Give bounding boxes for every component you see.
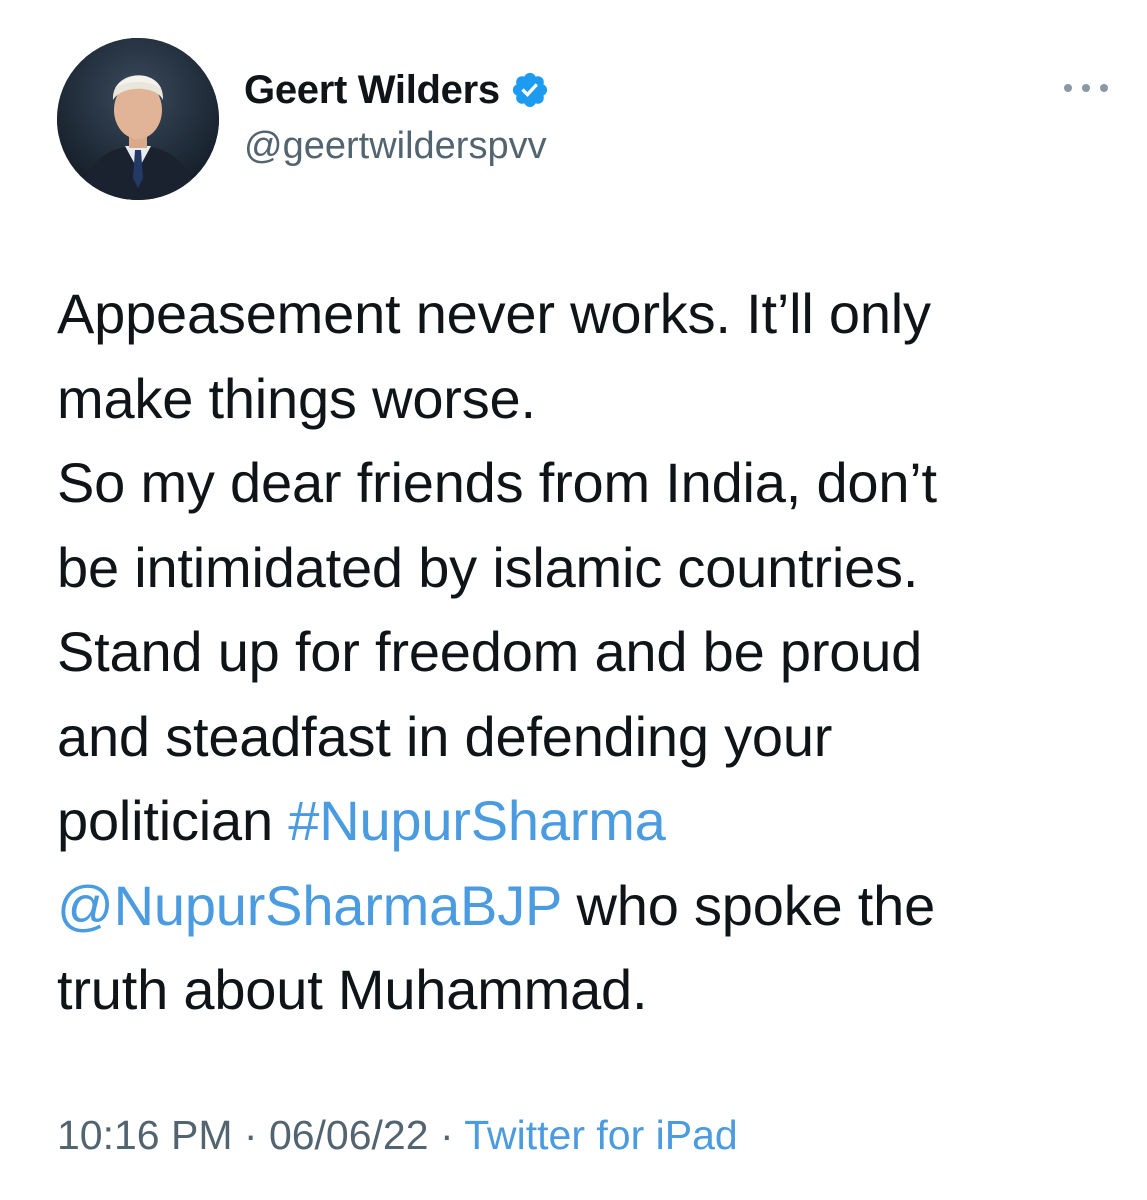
tweet-line: be intimidated by islamic countries. [57,535,919,599]
tweet-line: truth about Muhammad. [57,958,648,1021]
more-dot [1082,84,1090,92]
author-name-row: Geert Wilders [244,66,550,114]
tweet-line: @NupurSharmaBJP who spoke the [57,864,1127,949]
hashtag-link[interactable]: #NupurSharma [288,789,666,852]
tweet-line: politician #NupurSharma [57,779,1127,864]
tweet-line: Stand up for freedom and be proud [57,620,923,683]
tweet-date[interactable]: 06/06/22 [269,1112,429,1158]
tweet-meta: 10:16 PM · 06/06/22 · Twitter for iPad [57,1112,738,1159]
tweet-card: Geert Wilders @geertwilderspvv Appeaseme… [0,0,1147,1200]
more-dot [1100,84,1108,92]
more-options-icon[interactable] [1064,78,1108,98]
author-display-name[interactable]: Geert Wilders [244,68,500,113]
author-handle[interactable]: @geertwilderspvv [244,125,547,168]
tweet-text-fragment: politician [57,789,289,852]
tweet-time[interactable]: 10:16 PM [57,1112,233,1158]
tweet-text: Appeasement never works. It’ll only make… [57,272,1127,1033]
tweet-text-fragment: who spoke the [561,873,936,937]
tweet-source-link[interactable]: Twitter for iPad [464,1112,737,1158]
tweet-line: make things worse. [57,366,536,430]
more-dot [1064,84,1072,92]
verified-badge-icon [510,70,550,110]
avatar-photo-icon [57,38,219,200]
tweet-line: and steadfast in defending your [57,704,833,768]
tweet-line: Appeasement never works. It’ll only [57,282,931,345]
meta-separator: · [428,1112,465,1158]
mention-link[interactable]: @NupurSharmaBJP [57,874,561,937]
tweet-line: So my dear friends from India, don’t [57,451,937,514]
meta-separator: · [232,1112,269,1158]
avatar[interactable] [57,38,219,200]
